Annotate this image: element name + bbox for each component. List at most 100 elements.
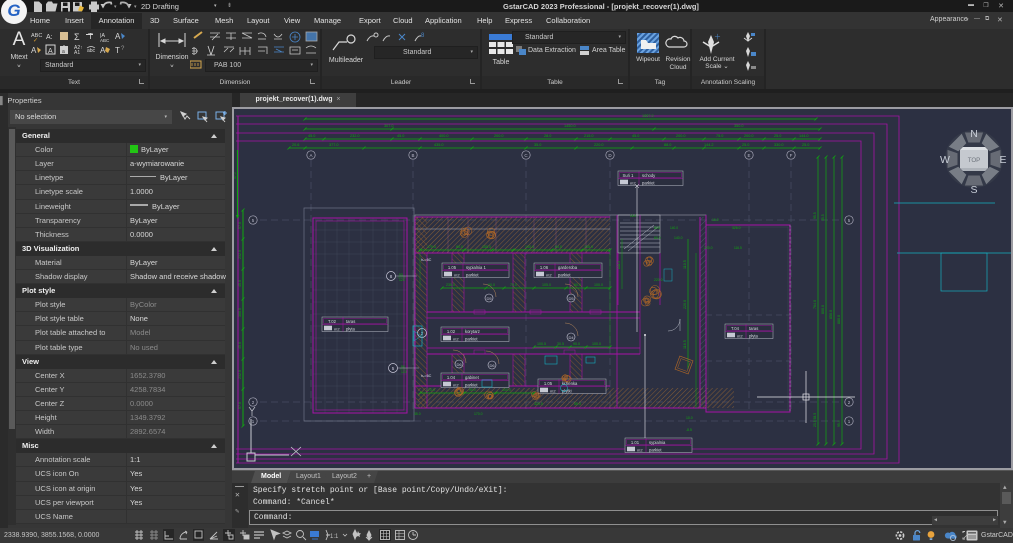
svg-text:płyta: płyta [346, 327, 356, 332]
svg-text:a: a [62, 49, 65, 55]
svg-text:25.0: 25.0 [802, 143, 809, 147]
svg-text:45.0: 45.0 [238, 280, 242, 287]
svg-text:5: 5 [392, 366, 395, 371]
svg-text:90.0: 90.0 [469, 388, 476, 392]
svg-text:gabinet: gabinet [465, 375, 480, 380]
svg-text:m2: m2 [737, 334, 743, 339]
svg-text:▾: ▾ [134, 4, 137, 10]
svg-text:93: 93 [399, 273, 403, 277]
svg-text:1887.0: 1887.0 [642, 114, 654, 118]
svg-text:88.0: 88.0 [664, 143, 671, 147]
svg-text:130.0: 130.0 [525, 245, 534, 249]
svg-text:110.5: 110.5 [683, 260, 687, 269]
svg-text:55.0: 55.0 [574, 402, 581, 406]
svg-text:A:: A: [46, 34, 53, 41]
svg-text:435.0: 435.0 [434, 143, 444, 147]
svg-text:Σ: Σ [74, 32, 80, 42]
svg-text:B: B [411, 153, 414, 158]
svg-text:▾: ▾ [114, 4, 117, 10]
svg-text:25.0: 25.0 [742, 143, 749, 147]
svg-text:T: T [115, 46, 120, 55]
svg-text:880.0: 880.0 [837, 315, 841, 324]
svg-text:232.0: 232.0 [238, 370, 242, 379]
svg-text:45.0: 45.0 [308, 134, 315, 138]
svg-text:35.0: 35.0 [414, 412, 421, 416]
svg-text:W: W [940, 154, 950, 166]
svg-text:E: E [999, 154, 1006, 166]
svg-text:45.5: 45.5 [821, 214, 825, 221]
svg-text:T.04: T.04 [731, 326, 740, 331]
svg-text:A: A [309, 153, 312, 158]
svg-text:-8.5: -8.5 [686, 428, 692, 432]
svg-text:320.0: 320.0 [534, 402, 543, 406]
svg-text:144.0: 144.0 [799, 134, 809, 138]
svg-text:102.5: 102.5 [617, 261, 621, 269]
svg-text:parkiet: parkiet [558, 273, 571, 278]
svg-text:220.0: 220.0 [594, 143, 604, 147]
svg-text:1.06: 1.06 [540, 265, 549, 270]
svg-text:90.0: 90.0 [573, 342, 580, 346]
svg-text:100.0: 100.0 [502, 388, 511, 392]
svg-text:✓: ✓ [33, 38, 38, 44]
svg-text:20.6: 20.6 [292, 143, 299, 147]
svg-text:45.0: 45.0 [238, 342, 242, 349]
svg-text:57.0: 57.0 [234, 172, 237, 179]
svg-text:taras: taras [749, 326, 758, 331]
svg-text:parkiet: parkiet [642, 181, 655, 186]
svg-text:60.0: 60.0 [488, 283, 495, 287]
svg-text:235.0: 235.0 [446, 283, 455, 287]
svg-text:S: S [970, 184, 977, 196]
svg-text:57.0: 57.0 [238, 222, 242, 229]
svg-text:A: A [115, 32, 121, 41]
svg-text:m2: m2 [630, 181, 636, 186]
svg-text:płytki: płytki [562, 389, 572, 394]
svg-text:taras: taras [346, 319, 355, 324]
svg-text:1.01: 1.01 [631, 440, 640, 445]
svg-text:parkiet: parkiet [466, 273, 479, 278]
svg-text:1.02: 1.02 [447, 329, 456, 334]
svg-text:170.0: 170.0 [426, 388, 435, 392]
svg-text:25.0: 25.0 [774, 134, 781, 138]
svg-text:764.0: 764.0 [813, 300, 817, 309]
svg-text:T.02: T.02 [328, 319, 337, 324]
svg-text:sypialnia: sypialnia [649, 440, 666, 445]
svg-text:350.0: 350.0 [734, 124, 744, 128]
svg-text:120: 120 [399, 278, 405, 282]
svg-text:400.0: 400.0 [439, 134, 449, 138]
svg-text:100.0: 100.0 [594, 283, 603, 287]
svg-text:F: F [790, 153, 793, 158]
svg-text:60.0: 60.0 [654, 226, 660, 230]
svg-text:45.0: 45.0 [632, 134, 639, 138]
svg-text:A1: A1 [74, 50, 80, 56]
svg-text:155.0: 155.0 [482, 245, 491, 249]
svg-text:220.0: 220.0 [704, 246, 713, 250]
svg-text:D5: D5 [486, 296, 492, 301]
svg-text:?: ? [121, 46, 125, 52]
svg-text:140.0: 140.0 [670, 226, 678, 230]
svg-text:D6: D6 [489, 363, 495, 368]
svg-text:200.0: 200.0 [744, 134, 754, 138]
svg-text:hₓ=6C: hₓ=6C [421, 258, 432, 262]
svg-text:parkiet: parkiet [649, 448, 662, 453]
svg-text:D4: D4 [568, 335, 574, 340]
svg-text:377.0: 377.0 [329, 143, 339, 147]
svg-text:garderoba: garderoba [558, 265, 578, 270]
svg-text:korytarz: korytarz [465, 329, 480, 334]
svg-text:16.0: 16.0 [630, 214, 636, 218]
svg-text:parkiet: parkiet [465, 383, 478, 388]
svg-text:80.0: 80.0 [456, 245, 463, 249]
svg-text:155.0: 155.0 [584, 245, 593, 249]
svg-text:hₓ=6C: hₓ=6C [421, 374, 432, 378]
svg-text:232.0: 232.0 [350, 134, 360, 138]
svg-text:330.0: 330.0 [774, 143, 784, 147]
svg-text:m2: m2 [453, 337, 459, 342]
svg-text:T: T [88, 32, 93, 41]
svg-text:175.0: 175.0 [427, 245, 436, 249]
svg-text:Suń 1: Suń 1 [623, 173, 635, 178]
svg-text:1.05: 1.05 [448, 265, 457, 270]
svg-text:326.0: 326.0 [732, 226, 741, 230]
svg-text:sypialnia 1: sypialnia 1 [466, 265, 486, 270]
svg-text:A: A [100, 46, 106, 55]
svg-text:1.04: 1.04 [447, 375, 456, 380]
svg-text:220.0: 220.0 [683, 300, 687, 309]
